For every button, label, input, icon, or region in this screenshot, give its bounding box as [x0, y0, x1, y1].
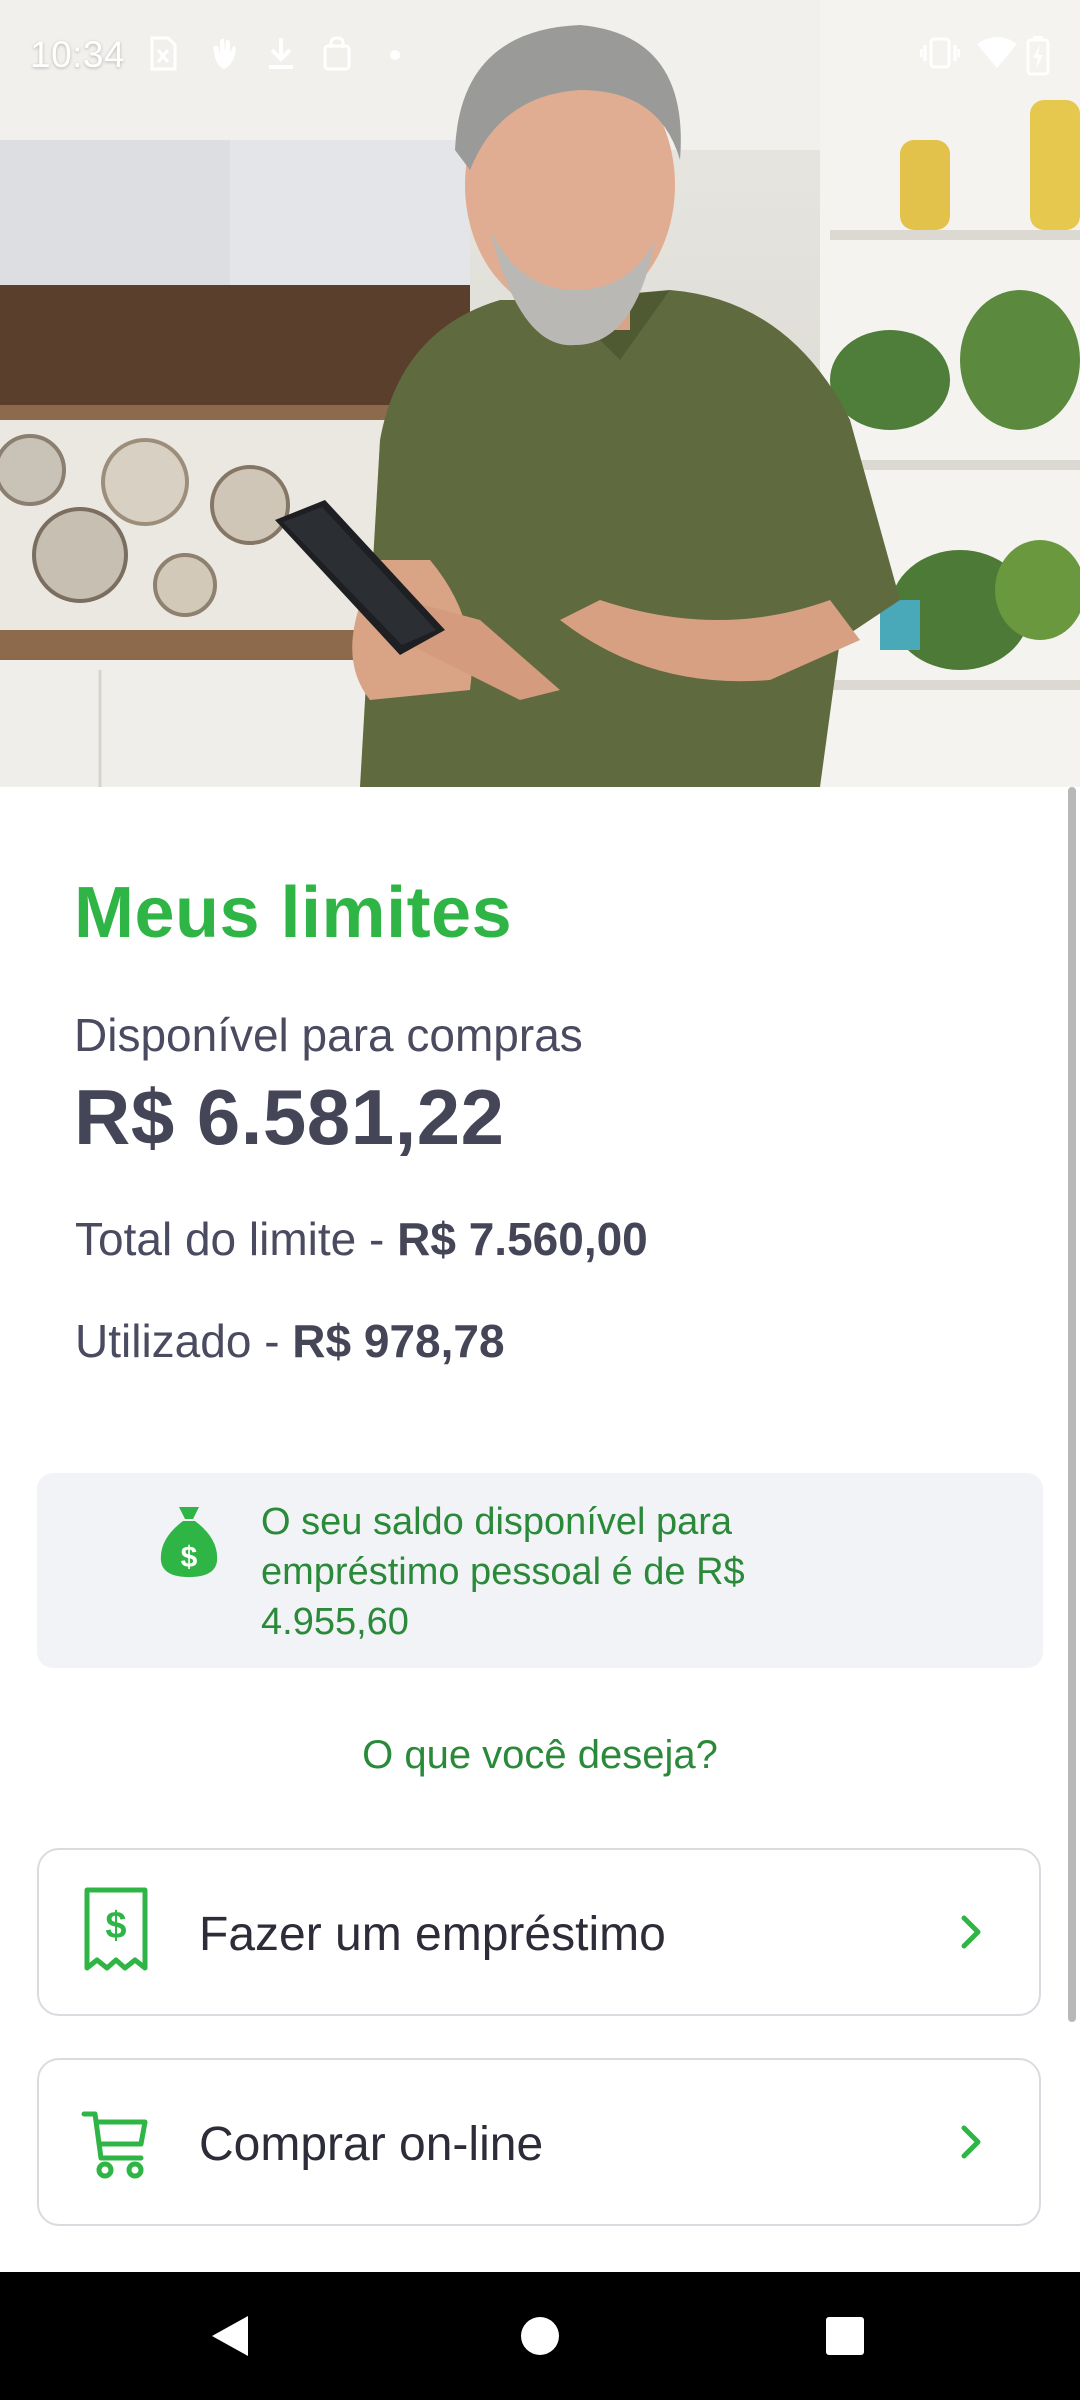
page-title: Meus limites: [74, 873, 513, 953]
hero-photo: [0, 0, 1080, 787]
action-make-loan-button[interactable]: $ Fazer um empréstimo: [37, 1848, 1041, 2016]
used-limit-row: Utilizado - R$ 978,78: [75, 1314, 505, 1368]
status-time: 10:34: [30, 34, 126, 75]
status-bar: 10:34: [0, 0, 1080, 115]
used-limit-label: Utilizado -: [75, 1315, 293, 1367]
total-limit-row: Total do limite - R$ 7.560,00: [75, 1212, 648, 1266]
hand-icon: [213, 38, 236, 69]
available-value: R$ 6.581,22: [74, 1073, 505, 1161]
receipt-dollar-icon: $: [84, 1887, 148, 1971]
chevron-right-icon: [961, 2125, 981, 2159]
total-limit-value: R$ 7.560,00: [397, 1213, 648, 1265]
recents-icon[interactable]: [825, 2316, 865, 2356]
action-buy-online-button[interactable]: Comprar on-line: [37, 2058, 1041, 2226]
total-limit-label: Total do limite -: [75, 1213, 398, 1265]
home-icon[interactable]: [520, 2316, 560, 2356]
system-nav-bar: [0, 2272, 1080, 2400]
download-icon: [269, 38, 293, 69]
hero-photo-illustration: [0, 0, 1080, 787]
money-bag-icon: $: [160, 1507, 218, 1577]
chevron-right-icon: [961, 1915, 981, 1949]
svg-text:$: $: [181, 1541, 198, 1574]
svg-text:$: $: [105, 1905, 126, 1947]
action-buy-online-label: Comprar on-line: [199, 2118, 544, 2171]
shopping-cart-icon: [81, 2111, 148, 2179]
question-label: O que você deseja?: [362, 1733, 718, 1777]
bag-icon: [323, 36, 351, 71]
loan-info-box: $ O seu saldo disponível para empréstimo…: [37, 1473, 1043, 1668]
available-label: Disponível para compras: [74, 1009, 583, 1061]
wifi-icon: [977, 37, 1017, 68]
loan-info-text: O seu saldo disponível para empréstimo p…: [261, 1501, 745, 1643]
vibrate-icon: [920, 37, 960, 69]
action-make-loan-label: Fazer um empréstimo: [199, 1908, 666, 1961]
battery-charging-icon: [1026, 36, 1050, 76]
sim-off-icon: [150, 36, 177, 71]
used-limit-value: R$ 978,78: [292, 1315, 505, 1367]
dot-icon: [390, 50, 400, 60]
back-icon[interactable]: [208, 2312, 252, 2360]
scrollbar[interactable]: [1068, 787, 1076, 2022]
